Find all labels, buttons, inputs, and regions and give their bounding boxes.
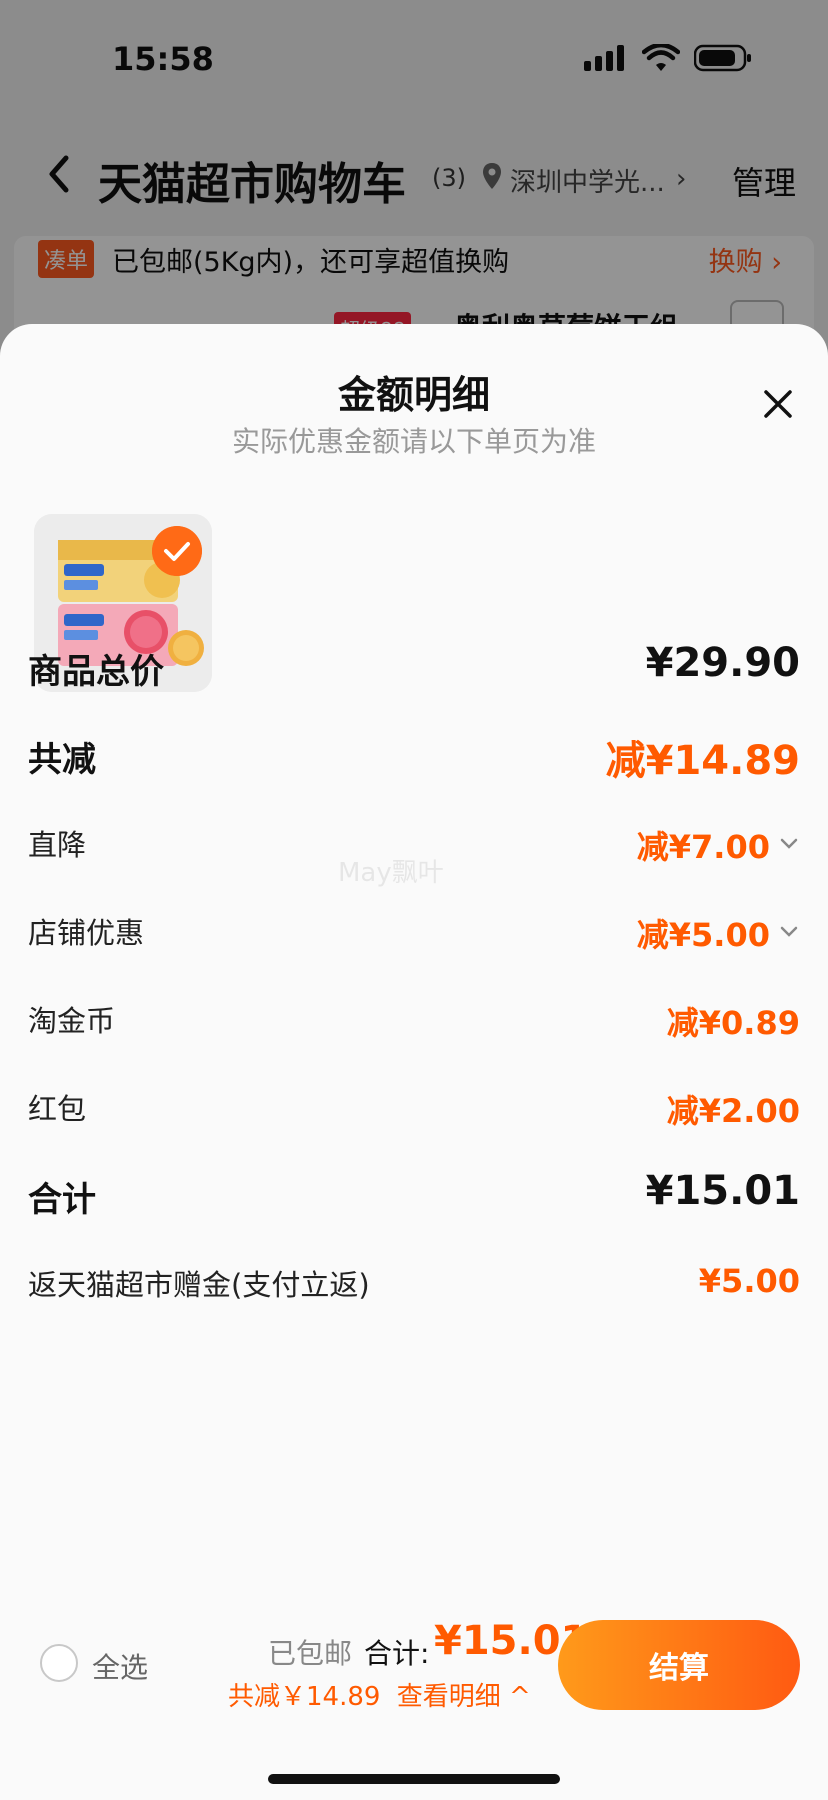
check-icon	[152, 526, 202, 576]
free-shipping-label: 已包邮	[268, 1637, 353, 1670]
red-packet-value: 减¥2.00	[666, 1092, 800, 1130]
subtotal-value: ¥29.90	[645, 640, 800, 686]
close-icon[interactable]	[758, 384, 798, 424]
cashback-label: 返天猫超市赠金(支付立返)	[28, 1268, 370, 1302]
red-packet-label: 红包	[28, 1092, 87, 1126]
total-discount-label: 共减	[28, 740, 96, 780]
footer-saved-text: 共减￥14.89	[228, 1682, 381, 1712]
select-all-radio[interactable]	[40, 1644, 78, 1682]
cashback-value: ¥5.00	[698, 1262, 800, 1300]
direct-discount-label: 直降	[28, 828, 87, 862]
taojinbi-label: 淘金币	[28, 1004, 116, 1038]
watermark: May飘叶	[338, 858, 444, 888]
grand-total-value: ¥15.01	[645, 1168, 800, 1214]
checkout-bar: 全选 已包邮 合计: ¥15.01 共减￥14.89 查看明细 ^ 结算	[0, 1604, 828, 1724]
amount-detail-sheet: 金额明细 实际优惠金额请以下单页为准 May飘叶 商品总价 ¥29.90 共减 …	[0, 324, 828, 1800]
total-discount-value: 减¥14.89	[605, 738, 800, 784]
taojinbi-value: 减¥0.89	[666, 1004, 800, 1042]
view-detail-link[interactable]: 查看明细 ^	[397, 1682, 531, 1712]
store-discount-value: 减¥5.00	[636, 916, 770, 954]
sheet-subtitle: 实际优惠金额请以下单页为准	[231, 425, 596, 458]
grand-total-label: 合计	[28, 1180, 96, 1220]
chevron-down-icon[interactable]	[778, 832, 800, 854]
direct-discount-value: 减¥7.00	[636, 828, 770, 866]
footer-saved-line: 共减￥14.89 查看明细 ^	[228, 1676, 531, 1713]
store-discount-label: 店铺优惠	[28, 916, 145, 950]
sheet-title: 金额明细	[337, 373, 490, 417]
footer-total-label: 合计:	[364, 1637, 430, 1670]
checkout-button[interactable]: 结算	[558, 1620, 800, 1710]
subtotal-label: 商品总价	[28, 652, 164, 692]
select-all-label[interactable]: 全选	[92, 1646, 148, 1686]
chevron-down-icon[interactable]	[778, 920, 800, 942]
home-indicator	[268, 1774, 560, 1784]
